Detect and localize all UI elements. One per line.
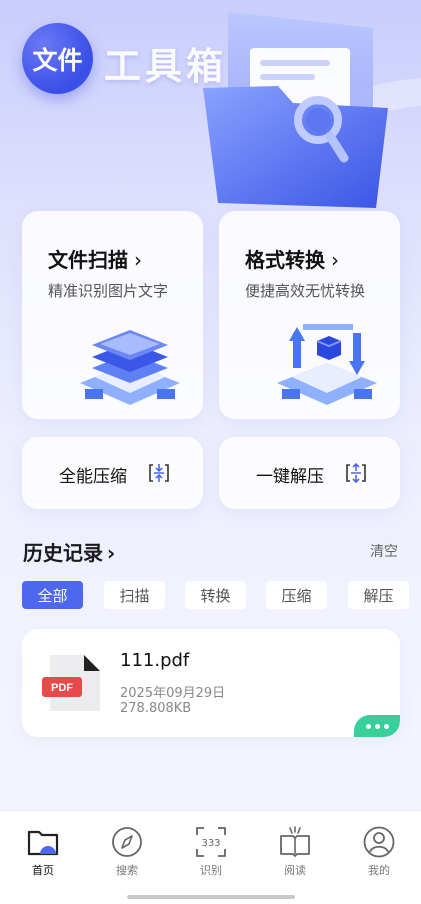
tab-profile[interactable]: 我的	[349, 825, 409, 895]
tab-search[interactable]: 搜索	[97, 825, 157, 895]
home-folder-icon	[27, 830, 59, 856]
scan-card-title: 文件扫描 ›	[48, 244, 142, 273]
convert-title-text: 格式转换	[245, 248, 325, 272]
extract-label: 一键解压	[256, 467, 324, 487]
convert-card-subtitle: 便捷高效无忧转换	[245, 282, 366, 300]
clear-history-button[interactable]: 清空	[370, 541, 398, 561]
filter-chip-extract[interactable]: 解压	[348, 581, 409, 609]
compress-card[interactable]: 全能压缩	[22, 437, 203, 509]
convert-illustration	[277, 324, 377, 405]
pdf-badge-text: PDF	[51, 682, 73, 694]
filter-chip-convert[interactable]: 转换	[185, 581, 246, 609]
compress-label: 全能压缩	[59, 467, 127, 487]
chevron-right-icon: ›	[134, 248, 142, 272]
tab-profile-label: 我的	[368, 864, 390, 877]
history-file-item[interactable]: PDF 111.pdf 2025年09月29日 278.808KB	[22, 629, 400, 737]
more-dot-icon	[374, 723, 380, 729]
tab-recognize-label: 识别	[200, 864, 222, 877]
file-date: 2025年09月29日	[120, 686, 226, 701]
convert-feature-card[interactable]: 格式转换 › 便捷高效无忧转换	[219, 211, 400, 419]
extract-icon	[346, 463, 366, 483]
scan-card-subtitle: 精准识别图片文字	[48, 282, 169, 300]
more-dot-icon	[383, 723, 389, 729]
scan-illustration	[80, 330, 180, 405]
file-name: 111.pdf	[120, 650, 190, 671]
scan-text-icon: 333	[196, 827, 226, 857]
book-icon	[280, 826, 310, 857]
compress-icon	[149, 464, 169, 482]
pdf-file-icon: PDF	[42, 655, 100, 711]
tab-read-label: 阅读	[284, 864, 306, 877]
scan-title-text: 文件扫描	[48, 248, 128, 272]
header-banner: 文件 工具箱	[0, 0, 421, 215]
svg-text:333: 333	[201, 838, 220, 849]
tab-home-label: 首页	[32, 864, 54, 877]
folder-illustration	[203, 12, 388, 208]
user-icon	[363, 826, 395, 858]
more-dot-icon	[365, 723, 371, 729]
tab-recognize[interactable]: 333 识别	[181, 825, 241, 895]
history-title[interactable]: 历史记录 ›	[23, 537, 115, 566]
extract-card[interactable]: 一键解压	[219, 437, 400, 509]
more-options-button[interactable]	[354, 715, 400, 737]
home-indicator	[127, 895, 295, 899]
tab-home[interactable]: 首页	[13, 825, 73, 895]
chevron-right-icon: ›	[331, 248, 339, 272]
filter-chip-all[interactable]: 全部	[22, 581, 83, 609]
scan-feature-card[interactable]: 文件扫描 › 精准识别图片文字	[22, 211, 203, 419]
chevron-right-icon: ›	[107, 541, 116, 565]
history-title-text: 历史记录	[23, 541, 103, 565]
tab-search-label: 搜索	[116, 864, 138, 877]
compass-icon	[112, 827, 142, 857]
bottom-tab-bar: 首页 搜索 333 识别 阅读 我的	[0, 811, 421, 904]
app-logo-badge: 文件	[22, 23, 93, 94]
filter-chip-scan[interactable]: 扫描	[104, 581, 165, 609]
logo-badge-text: 文件	[32, 45, 83, 75]
filter-chip-compress[interactable]: 压缩	[266, 581, 327, 609]
file-size: 278.808KB	[120, 701, 192, 716]
convert-card-title: 格式转换 ›	[245, 244, 339, 273]
tab-read[interactable]: 阅读	[265, 825, 325, 895]
